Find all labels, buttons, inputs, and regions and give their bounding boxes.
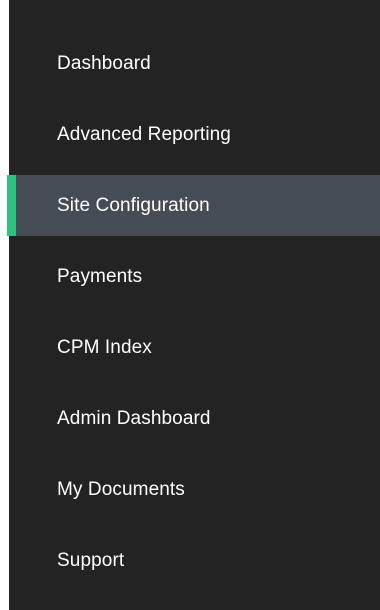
sidebar-item-label: My Documents	[57, 478, 185, 500]
sidebar-item-my-documents[interactable]: My Documents	[9, 459, 380, 520]
sidebar-item-label: Site Configuration	[57, 194, 210, 216]
active-indicator	[7, 175, 16, 236]
sidebar-item-label: Support	[57, 549, 125, 571]
sidebar: Dashboard Advanced Reporting Site Config…	[7, 0, 380, 610]
sidebar-item-label: Admin Dashboard	[57, 407, 211, 429]
sidebar-item-advanced-reporting[interactable]: Advanced Reporting	[9, 104, 380, 165]
sidebar-item-label: Advanced Reporting	[57, 123, 231, 145]
sidebar-item-admin-dashboard[interactable]: Admin Dashboard	[9, 388, 380, 449]
sidebar-item-dashboard[interactable]: Dashboard	[9, 33, 380, 94]
sidebar-item-label: Dashboard	[57, 52, 151, 74]
sidebar-item-label: CPM Index	[57, 336, 152, 358]
sidebar-item-cpm-index[interactable]: CPM Index	[9, 317, 380, 378]
sidebar-item-payments[interactable]: Payments	[9, 246, 380, 307]
sidebar-item-label: Payments	[57, 265, 143, 287]
sidebar-nav: Dashboard Advanced Reporting Site Config…	[7, 33, 380, 601]
sidebar-item-site-configuration[interactable]: Site Configuration	[7, 175, 380, 236]
sidebar-item-support[interactable]: Support	[9, 530, 380, 591]
